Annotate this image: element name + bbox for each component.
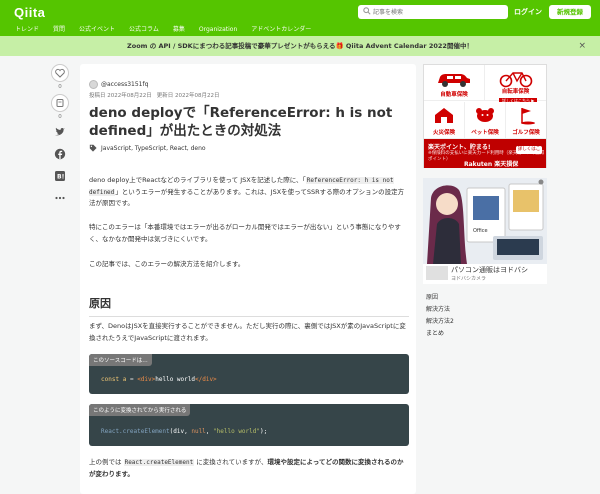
- nav-official-events[interactable]: 公式イベント: [72, 24, 122, 36]
- stock-count: 0: [58, 114, 62, 120]
- search-input[interactable]: [373, 5, 503, 19]
- code-line: const a = <div>hello world</div>: [101, 376, 217, 383]
- yodobashi-logo: [426, 266, 448, 280]
- nav-official-columns[interactable]: 公式コラム: [122, 24, 166, 36]
- code-block-1[interactable]: このソースコードは… const a = <div>hello world</d…: [89, 354, 409, 394]
- nav-recruit[interactable]: 募集: [166, 24, 192, 36]
- code-block-label: このソースコードは…: [89, 354, 152, 366]
- signup-button[interactable]: 新規登録: [549, 5, 591, 19]
- ad-label: 自動車保険: [440, 92, 468, 98]
- paragraph-text: deno deploy上でReactなどのライブラリを使って JSXを記述した際…: [89, 176, 306, 184]
- table-of-contents: 原因 解決方法 解決方法2 まとめ: [423, 292, 547, 340]
- search-icon: [363, 7, 371, 15]
- ad-golf-insurance[interactable]: ゴルフ保険: [506, 102, 546, 139]
- dog-icon: [476, 108, 494, 122]
- nav-organization[interactable]: Organization: [192, 24, 244, 36]
- tag-icon: [89, 144, 97, 152]
- bicycle-icon: [499, 72, 532, 88]
- paragraph-text: 」というエラーが発生することがあります。これは、JSXを使ってSSRする際のオプ…: [89, 187, 405, 208]
- qiita-logo[interactable]: Qiita: [14, 5, 45, 20]
- site-header: Qiita ログイン 新規登録 トレンド 質問 公式イベント 公式コラム 募集 …: [0, 0, 600, 36]
- promo-details-button[interactable]: 詳しくはこちら: [516, 146, 542, 160]
- stock-button[interactable]: [51, 94, 69, 112]
- insurance-ad[interactable]: 自動車保険 自転車保険 詳しくはこちら ▶ 火災保険 ペット保険 ゴルフ保険 楽…: [423, 64, 547, 168]
- facebook-icon[interactable]: [54, 148, 66, 160]
- toc-item[interactable]: 原因: [423, 292, 547, 304]
- golf-icon: [521, 108, 535, 125]
- article-actions: 0 0 B!: [50, 64, 70, 204]
- ad-fire-insurance[interactable]: 火災保険: [424, 102, 465, 139]
- close-icon[interactable]: ×: [578, 36, 586, 56]
- posted-date: 投稿日 2022年08月22日: [89, 93, 152, 99]
- nav-questions[interactable]: 質問: [46, 24, 72, 36]
- section-heading-cause: 原因: [89, 295, 409, 317]
- ad-label: ゴルフ保険: [512, 130, 540, 136]
- folder-icon: [56, 99, 64, 107]
- login-link[interactable]: ログイン: [514, 7, 542, 17]
- article-title: deno deployで「ReferenceError: h is not de…: [89, 105, 393, 139]
- svg-text:B!: B!: [57, 174, 64, 181]
- paragraph-2: 特にこのエラーは「本番環境ではエラーが出るがローカル開発ではエラーが出ない」とい…: [89, 223, 401, 243]
- paragraph-3: この記事では、このエラーの解決方法を紹介します。: [89, 260, 245, 268]
- like-count: 0: [58, 84, 62, 90]
- search-box[interactable]: [358, 5, 508, 19]
- code-block-2[interactable]: このように変換されてから実行される React.createElement(di…: [89, 404, 409, 446]
- paragraph-5: 上の例では React.createElement に変換されていますが、環境や…: [89, 457, 409, 480]
- ad-label: 火災保険: [432, 130, 455, 136]
- more-icon[interactable]: [54, 192, 66, 204]
- ad-bicycle-insurance[interactable]: 自転車保険 詳しくはこちら ▶: [485, 65, 546, 104]
- paragraph-intro: deno deploy上でReactなどのライブラリを使って JSXを記述した際…: [89, 175, 409, 210]
- global-nav: トレンド 質問 公式イベント 公式コラム 募集 Organization アドベ…: [0, 24, 318, 36]
- pc-ad[interactable]: Office パソコン通販はヨドバシ ヨドバシカメラ: [423, 178, 547, 284]
- paragraph-text: 上の例では: [89, 458, 122, 466]
- nav-advent-calendar[interactable]: アドベントカレンダー: [244, 24, 318, 36]
- ad-car-insurance[interactable]: 自動車保険: [424, 65, 485, 101]
- avatar[interactable]: [89, 80, 98, 89]
- paragraph-text: に変換されていますが、: [196, 458, 268, 466]
- twitter-icon[interactable]: [54, 126, 66, 138]
- author-info[interactable]: @access3151fq: [89, 80, 148, 89]
- banner-text[interactable]: Zoom の API / SDKにまつわる記事投稿で豪華プレゼントがもらえる🎁 …: [127, 42, 473, 50]
- toc-item[interactable]: まとめ: [423, 328, 547, 340]
- ad-pet-insurance[interactable]: ペット保険: [465, 102, 506, 139]
- rakuten-logo: Rakuten 楽天損保: [464, 161, 519, 168]
- car-icon: [438, 74, 470, 87]
- article-dates: 投稿日 2022年08月22日 更新日 2022年08月22日: [89, 91, 220, 99]
- author-name[interactable]: @access3151fq: [101, 81, 148, 88]
- toc-item[interactable]: 解決方法: [423, 304, 547, 316]
- svg-text:Office: Office: [473, 228, 488, 234]
- article-card: @access3151fq 投稿日 2022年08月22日 更新日 2022年08…: [80, 64, 416, 494]
- tag-list: JavaScript, TypeScript, React, deno: [89, 144, 206, 152]
- ad-label: ペット保険: [471, 130, 499, 136]
- house-icon: [435, 108, 453, 123]
- heart-icon: [55, 68, 65, 78]
- nav-trend[interactable]: トレンド: [0, 24, 46, 36]
- like-button[interactable]: [51, 64, 69, 82]
- code-block-label: このように変換されてから実行される: [89, 404, 191, 416]
- rakuten-insurance-promo[interactable]: 楽天ポイント、貯まる! ※保険料の支払いに楽天カード利用時（楽天カードの獲得ポイ…: [424, 139, 546, 168]
- updated-date: 更新日 2022年08月22日: [156, 93, 220, 99]
- paragraph-4: まず、DenoはJSXを直接実行することができません。ただし実行の際に、裏側では…: [89, 322, 406, 342]
- ad-sub-caption: ヨドバシカメラ: [451, 276, 487, 282]
- ad-label: 自転車保険: [501, 89, 530, 95]
- hatena-bookmark-icon[interactable]: B!: [54, 170, 66, 182]
- ad-illustration: Office: [423, 178, 547, 264]
- code-line: React.createElement(div, null, "hello wo…: [101, 428, 268, 435]
- announcement-banner[interactable]: Zoom の API / SDKにまつわる記事投稿で豪華プレゼントがもらえる🎁 …: [0, 36, 600, 56]
- pc-ad-image[interactable]: Office: [423, 178, 547, 264]
- inline-code: React.createElement: [123, 459, 195, 466]
- tags-text[interactable]: JavaScript, TypeScript, React, deno: [101, 145, 206, 152]
- toc-item[interactable]: 解決方法2: [423, 316, 547, 328]
- ad-caption[interactable]: パソコン通販はヨドバシ: [451, 265, 528, 275]
